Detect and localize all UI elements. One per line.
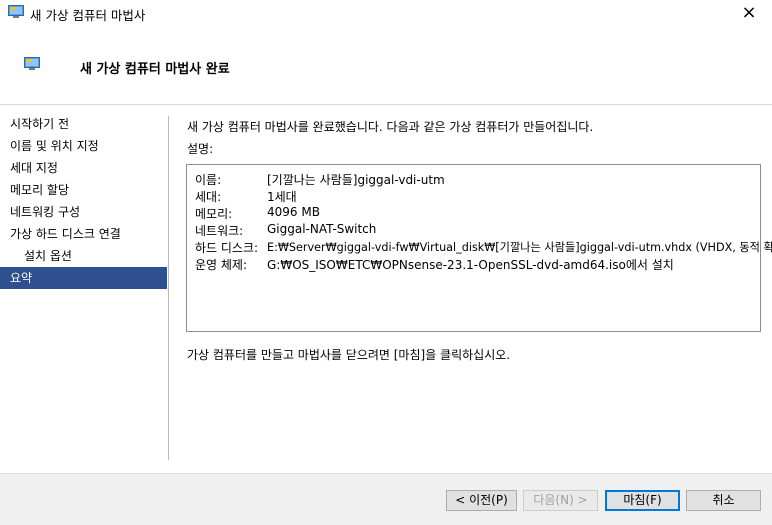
- step-name-and-location[interactable]: 이름 및 위치 지정: [0, 135, 167, 157]
- intro-text: 새 가상 컴퓨터 마법사를 완료했습니다. 다음과 같은 가상 컴퓨터가 만들어…: [187, 120, 594, 134]
- close-button[interactable]: ×: [726, 0, 772, 28]
- next-button[interactable]: 다음(N) >: [523, 490, 598, 511]
- summary-key: 운영 체제:: [195, 258, 248, 272]
- step-networking[interactable]: 네트워킹 구성: [0, 201, 167, 223]
- previous-button[interactable]: < 이전(P): [446, 490, 517, 511]
- step-summary[interactable]: 요약: [0, 267, 167, 289]
- step-before-you-begin[interactable]: 시작하기 전: [0, 113, 167, 135]
- summary-textbox[interactable]: 이름: [기깔나는 사람들]giggal-vdi-utm 세대: 1세대 메모리…: [186, 164, 772, 332]
- step-memory[interactable]: 메모리 할당: [0, 179, 167, 201]
- summary-value: Giggal-NAT-Switch: [267, 222, 377, 236]
- summary-value: 4096 MB: [267, 205, 320, 219]
- wizard-footer: < 이전(P) 다음(N) > 마침(F) 취소: [0, 473, 772, 525]
- monitor-icon: [8, 5, 24, 19]
- summary-value: G:₩OS_ISO₩ETC₩OPNsense-23.1-OpenSSL-dvd-…: [267, 258, 674, 272]
- wizard-header: 새 가상 컴퓨터 마법사 완료: [0, 28, 772, 105]
- finish-instruction: 가상 컴퓨터를 만들고 마법사를 닫으려면 [마침]을 클릭하십시오.: [187, 348, 511, 362]
- summary-key: 세대:: [195, 190, 222, 204]
- summary-key: 네트워크:: [195, 224, 244, 238]
- summary-value: [기깔나는 사람들]giggal-vdi-utm: [267, 173, 445, 187]
- step-installation-options[interactable]: 설치 옵션: [0, 245, 167, 267]
- summary-value: 1세대: [267, 190, 297, 204]
- step-virtual-hard-disk[interactable]: 가상 하드 디스크 연결: [0, 223, 167, 245]
- summary-value: E:₩Server₩giggal-vdi-fw₩Virtual_disk₩[기깔…: [267, 241, 772, 254]
- wizard-step-list: 시작하기 전 이름 및 위치 지정 세대 지정 메모리 할당 네트워킹 구성 가…: [0, 113, 167, 289]
- description-label: 설명:: [187, 142, 214, 156]
- monitor-icon: [24, 57, 40, 71]
- summary-key: 하드 디스크:: [195, 241, 259, 255]
- finish-button[interactable]: 마침(F): [605, 490, 680, 511]
- sidebar-divider: [168, 116, 169, 460]
- window-title: 새 가상 컴퓨터 마법사: [30, 8, 146, 23]
- title-bar: 새 가상 컴퓨터 마법사 ×: [0, 0, 772, 28]
- summary-key: 메모리:: [195, 207, 233, 221]
- cancel-button[interactable]: 취소: [686, 490, 761, 511]
- summary-key: 이름:: [195, 173, 222, 187]
- step-generation[interactable]: 세대 지정: [0, 157, 167, 179]
- page-title: 새 가상 컴퓨터 마법사 완료: [80, 62, 230, 77]
